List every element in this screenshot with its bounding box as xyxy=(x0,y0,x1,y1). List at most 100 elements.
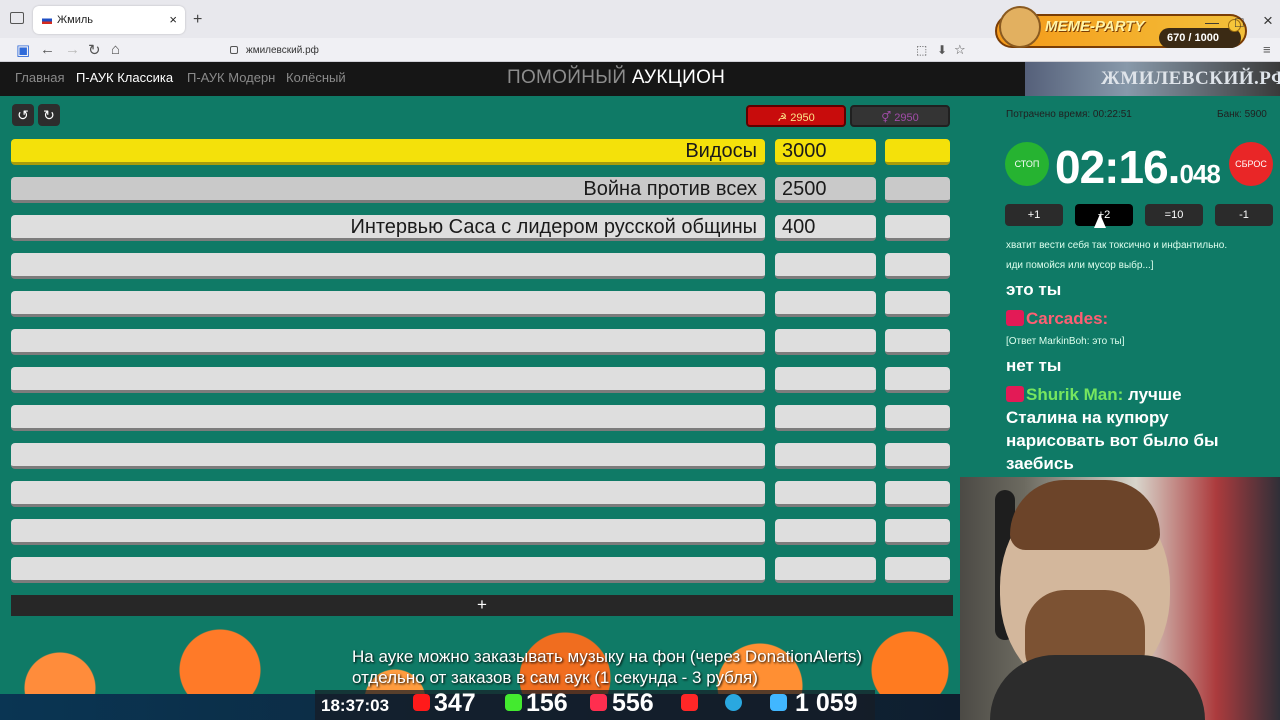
kick-count: 156 xyxy=(526,689,568,717)
lot-name-input[interactable] xyxy=(11,519,765,545)
lot-name-input[interactable] xyxy=(11,557,765,583)
address-bar[interactable]: жмилевский.рф xyxy=(204,40,964,60)
lot-name-input[interactable] xyxy=(11,367,765,393)
stream-caption: На ауке можно заказывать музыку на фон (… xyxy=(352,646,922,688)
kick-icon xyxy=(505,694,522,711)
lot-extra-input[interactable] xyxy=(885,443,950,469)
lot-extra-input[interactable] xyxy=(885,481,950,507)
forward-icon[interactable]: → xyxy=(65,41,80,58)
lot-amount-input[interactable] xyxy=(775,367,876,393)
chat-line-2: иди помойся или мусор выбр...] xyxy=(1006,260,1154,271)
lot-extra-input[interactable] xyxy=(885,215,950,241)
chat-user-1: Carcades: xyxy=(1026,309,1109,328)
lot-extra-input[interactable] xyxy=(885,519,950,545)
lot-amount-input[interactable]: 400 xyxy=(775,215,876,241)
lot-row xyxy=(0,481,990,509)
stop-button[interactable]: СТОП xyxy=(1005,142,1049,186)
vk-count: 1 059 xyxy=(795,689,858,717)
lot-row: Интервью Саса с лидером русской общины 40… xyxy=(0,215,990,243)
lot-amount-input[interactable] xyxy=(775,557,876,583)
chat-message-6: заебись xyxy=(1006,454,1074,473)
chat-message-3: лучше xyxy=(1128,385,1182,404)
site-brand: ПОМОЙНЫЙ АУКЦИОН xyxy=(507,67,725,89)
step-minus-1[interactable]: -1 xyxy=(1215,204,1273,226)
vk-icon xyxy=(770,694,787,711)
lot-name-input[interactable]: Интервью Саса с лидером русской общины xyxy=(11,215,765,241)
new-tab-button[interactable]: + xyxy=(193,11,202,29)
url-text: жмилевский.рф xyxy=(246,44,319,56)
lot-row: + xyxy=(0,329,990,357)
reload-icon[interactable]: ↻ xyxy=(88,41,101,59)
lot-amount-input[interactable]: 3000 xyxy=(775,139,876,165)
chat-reply-1: [Ответ MarkinBoh: это ты] xyxy=(1006,336,1125,347)
back-icon[interactable]: ← xyxy=(40,41,55,58)
lot-name-input[interactable]: Видосы xyxy=(11,139,765,165)
timer-display: 02:16.048 xyxy=(1055,140,1221,194)
lot-extra-input[interactable] xyxy=(885,405,950,431)
lot-amount-input[interactable] xyxy=(775,481,876,507)
lot-amount-input[interactable] xyxy=(775,519,876,545)
lot-name-input[interactable] xyxy=(11,329,765,355)
step-plus-1[interactable]: +1 xyxy=(1005,204,1063,226)
brand-white: АУКЦИОН xyxy=(631,67,726,88)
add-lot-button[interactable]: + xyxy=(11,595,953,616)
lot-extra-input[interactable] xyxy=(885,291,950,317)
lot-amount-input[interactable]: 2500 xyxy=(775,177,876,203)
chat-user-2: Shurik Man: xyxy=(1026,385,1124,404)
lot-extra-input[interactable] xyxy=(885,253,950,279)
close-tab-icon[interactable]: × xyxy=(169,12,177,27)
gender-total-badge: ⚥ 2950 xyxy=(850,105,950,127)
sidebar-icon[interactable]: ▣ xyxy=(16,41,30,59)
doge-avatar xyxy=(999,6,1041,48)
brand-gray: ПОМОЙНЫЙ xyxy=(507,67,627,88)
lot-amount-input[interactable] xyxy=(775,443,876,469)
lot-row: + xyxy=(0,367,990,395)
lot-name-input[interactable] xyxy=(11,253,765,279)
menu-wheel[interactable]: Колёсный xyxy=(286,70,346,85)
browser-tab[interactable]: Жмиль × xyxy=(33,6,185,34)
lot-extra-input[interactable] xyxy=(885,329,950,355)
lot-amount-input[interactable] xyxy=(775,291,876,317)
tab-list-icon[interactable] xyxy=(10,12,24,24)
lot-row: + xyxy=(0,291,990,319)
lot-amount-input[interactable] xyxy=(775,253,876,279)
chat-message-4: Сталина на купюру xyxy=(1006,408,1169,427)
menu-icon[interactable]: ≡ xyxy=(1263,42,1271,57)
caption-line-2: отдельно от заказов в сам аук (1 секунда… xyxy=(352,668,758,687)
mouse-cursor-icon xyxy=(1094,214,1106,228)
redo-button[interactable]: ↻ xyxy=(38,104,60,126)
live-badge-icon xyxy=(1006,310,1024,326)
menu-modern[interactable]: П-АУК Модерн xyxy=(187,70,275,85)
lot-extra-input[interactable] xyxy=(885,139,950,165)
lot-name-input[interactable]: Война против всех xyxy=(11,177,765,203)
lot-amount-input[interactable] xyxy=(775,329,876,355)
reset-button[interactable]: СБРОС xyxy=(1229,142,1273,186)
red-total-badge: ☭ 2950 xyxy=(746,105,846,127)
lot-name-input[interactable] xyxy=(11,443,765,469)
lot-extra-input[interactable] xyxy=(885,367,950,393)
lot-extra-input[interactable] xyxy=(885,177,950,203)
lot-row: + xyxy=(0,443,990,471)
chat-user-line-2: Shurik Man: лучше xyxy=(1006,383,1182,406)
header-banner: ЖМИЛЕВСКИЙ.РФ xyxy=(1025,62,1280,96)
home-icon[interactable]: ⌂ xyxy=(111,41,120,58)
step-equals-10[interactable]: =10 xyxy=(1145,204,1203,226)
menu-classic[interactable]: П-АУК Классика xyxy=(76,70,173,85)
chat-message-1: это ты xyxy=(1006,280,1062,299)
lot-name-input[interactable] xyxy=(11,405,765,431)
stream-clock: 18:37:03 xyxy=(321,696,390,715)
russia-flag-icon xyxy=(42,16,52,24)
menu-home[interactable]: Главная xyxy=(15,70,64,85)
lot-amount-input[interactable] xyxy=(775,405,876,431)
minimize-icon[interactable]: — xyxy=(1205,14,1219,30)
maximize-icon[interactable]: □ xyxy=(1235,14,1243,30)
lot-row xyxy=(0,557,990,585)
undo-button[interactable]: ↺ xyxy=(12,104,34,126)
youtube-count: 347 xyxy=(434,689,476,717)
lot-name-input[interactable] xyxy=(11,291,765,317)
lot-name-input[interactable] xyxy=(11,481,765,507)
streamer-shirt xyxy=(990,655,1205,720)
window-close-icon[interactable]: × xyxy=(1263,11,1273,31)
chat-message-2: нет ты xyxy=(1006,356,1062,375)
lot-extra-input[interactable] xyxy=(885,557,950,583)
